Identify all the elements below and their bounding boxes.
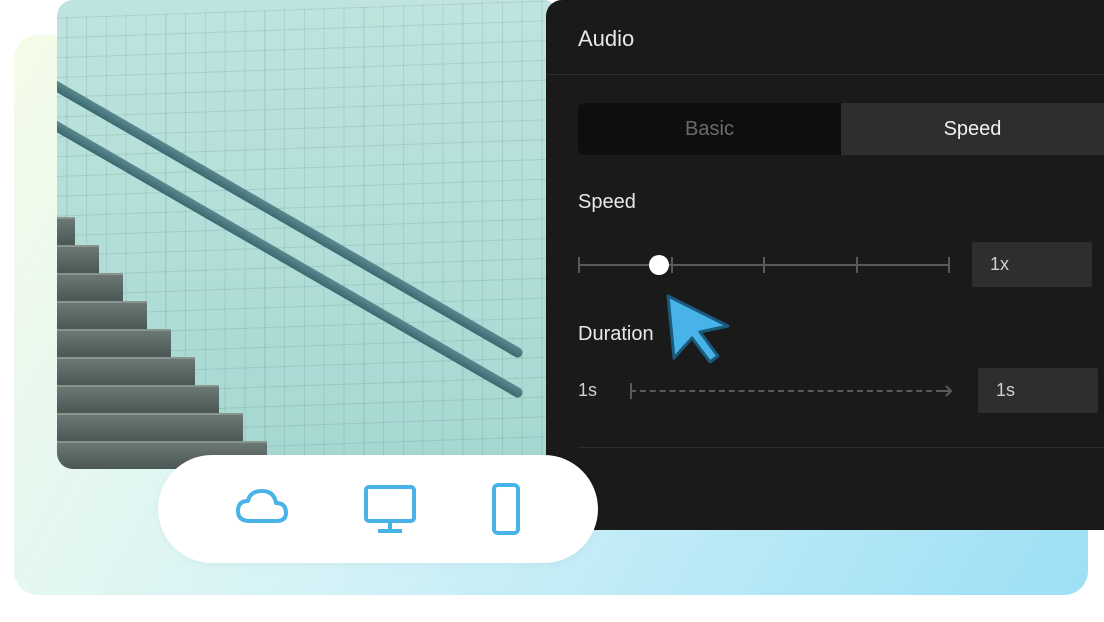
panel-divider [578, 447, 1104, 448]
duration-track[interactable] [630, 381, 954, 401]
duration-dashes [630, 390, 942, 392]
speed-slider-thumb[interactable] [649, 255, 669, 275]
duration-label: Duration [578, 323, 1104, 346]
tab-basic[interactable]: Basic [578, 103, 841, 155]
slider-tick [948, 257, 950, 273]
duration-row: 1s 1s [578, 368, 1104, 413]
slider-tick [856, 257, 858, 273]
audio-panel: Audio Basic Speed Speed 1x Duration 1s 1… [546, 0, 1104, 530]
duration-value[interactable]: 1s [978, 368, 1098, 413]
cloud-button[interactable] [230, 485, 294, 533]
cloud-icon [230, 485, 294, 533]
arrow-right-icon [940, 384, 954, 398]
tab-speed[interactable]: Speed [841, 103, 1104, 155]
desktop-button[interactable] [358, 481, 422, 537]
phone-button[interactable] [486, 481, 526, 537]
desktop-icon [358, 481, 422, 537]
duration-min: 1s [578, 380, 606, 401]
speed-label: Speed [578, 191, 1104, 214]
speed-value[interactable]: 1x [972, 242, 1092, 287]
phone-icon [486, 481, 526, 537]
device-toolbar [158, 455, 598, 563]
stairs [57, 199, 277, 469]
slider-tick [763, 257, 765, 273]
preview-thumbnail [57, 0, 559, 469]
tabs: Basic Speed [578, 103, 1104, 155]
slider-tick [578, 257, 580, 273]
speed-slider-row: 1x [578, 242, 1104, 287]
speed-slider[interactable] [578, 253, 948, 277]
slider-tick [671, 257, 673, 273]
panel-title: Audio [546, 0, 1104, 75]
